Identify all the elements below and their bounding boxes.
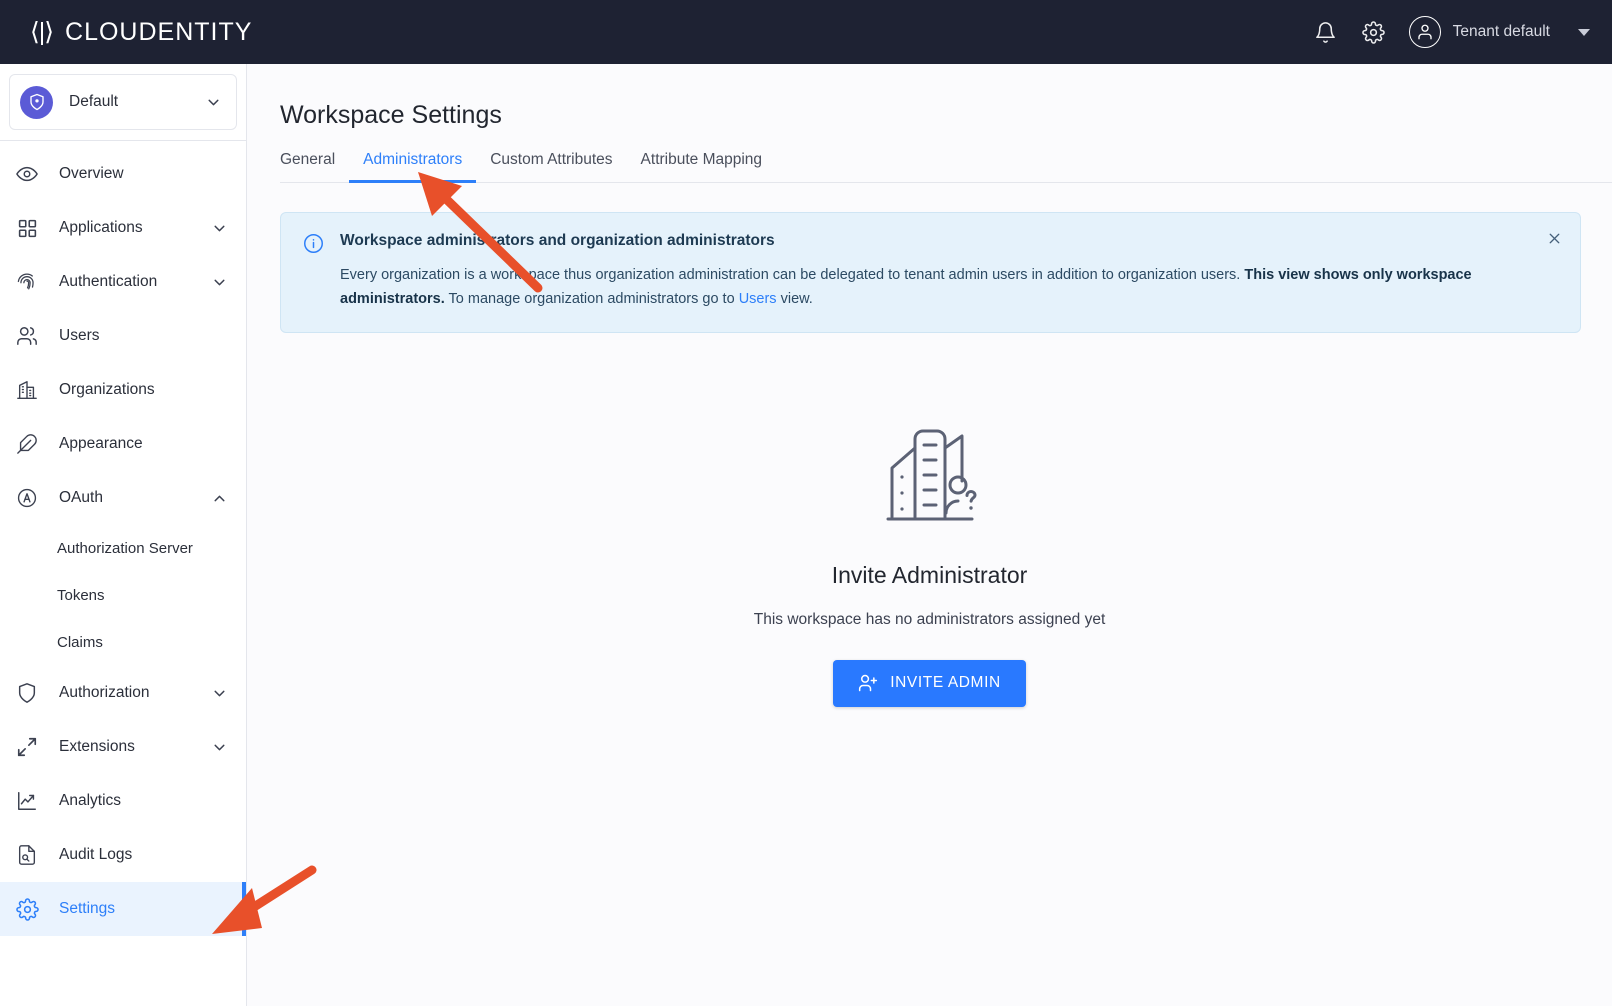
banner-text-1: Every organization is a workspace thus o…: [340, 267, 1245, 283]
top-bar-actions: Tenant default: [1313, 16, 1590, 48]
sidebar: Default Overview Applications Authentica…: [0, 64, 247, 1006]
sidebar-item-label: Settings: [59, 900, 116, 917]
oauth-circle-a-icon: [14, 485, 40, 511]
sidebar-item-applications[interactable]: Applications: [0, 201, 246, 255]
gear-icon[interactable]: [1361, 19, 1387, 45]
sidebar-item-label: Authentication: [59, 273, 158, 290]
info-banner-title: Workspace administrators and organizatio…: [340, 232, 775, 249]
chevron-down-icon: [211, 685, 228, 702]
workspace-name: Default: [69, 93, 119, 110]
avatar: [1408, 16, 1441, 48]
buildings-with-person-question-icon: [870, 417, 990, 532]
sidebar-item-users[interactable]: Users: [0, 309, 246, 363]
gear-icon: [14, 896, 40, 922]
shield-icon: [14, 680, 40, 706]
sidebar-item-audit-logs[interactable]: Audit Logs: [0, 828, 246, 882]
chart-line-icon: [14, 788, 40, 814]
sidebar-item-label: Appearance: [59, 435, 143, 452]
tab-bar: General Administrators Custom Attributes…: [280, 151, 1612, 183]
grid-icon: [14, 215, 40, 241]
chevron-down-icon: [211, 274, 228, 291]
sidebar-item-appearance[interactable]: Appearance: [0, 417, 246, 471]
person-add-icon: [858, 673, 878, 693]
app-root: ⟨|⟩ CLOUDENTITY Tenant default Default O…: [0, 0, 1612, 1006]
shield-check-icon: [20, 85, 53, 119]
sidebar-item-label: Audit Logs: [59, 846, 133, 863]
sidebar-item-oauth[interactable]: OAuth: [0, 471, 246, 525]
info-banner: Workspace administrators and organizatio…: [280, 212, 1581, 333]
document-search-icon: [14, 842, 40, 868]
bell-icon[interactable]: [1313, 19, 1339, 45]
banner-text-2: To manage organization administrators go…: [444, 290, 739, 307]
chevron-down-icon[interactable]: [1578, 28, 1590, 36]
building-icon: [14, 377, 40, 403]
sidebar-item-analytics[interactable]: Analytics: [0, 774, 246, 828]
banner-text-3: view.: [776, 290, 813, 307]
sidebar-item-extensions[interactable]: Extensions: [0, 720, 246, 774]
info-icon: [303, 233, 324, 312]
logo-text: CLOUDENTITY: [65, 17, 253, 46]
sidebar-item-label: Applications: [59, 219, 143, 236]
logo-mark-icon: ⟨|⟩: [30, 17, 54, 46]
sidebar-item-label: Extensions: [59, 738, 135, 755]
chevron-up-icon: [211, 490, 228, 507]
sidebar-item-label: Users: [59, 327, 100, 344]
users-link[interactable]: Users: [739, 291, 777, 307]
top-bar: ⟨|⟩ CLOUDENTITY Tenant default: [0, 0, 1612, 64]
user-menu[interactable]: Tenant default: [1408, 16, 1550, 48]
sidebar-item-label: Analytics: [59, 792, 122, 809]
sidebar-subitem-authorization-server[interactable]: Authorization Server: [0, 525, 246, 572]
sidebar-item-authentication[interactable]: Authentication: [0, 255, 246, 309]
empty-state-subtitle: This workspace has no administrators ass…: [753, 610, 1106, 628]
tab-administrators[interactable]: Administrators: [349, 151, 477, 183]
invite-admin-button-label: INVITE ADMIN: [890, 674, 1001, 692]
tab-general[interactable]: General: [280, 151, 349, 182]
chevron-down-icon: [211, 739, 228, 756]
sidebar-item-organizations[interactable]: Organizations: [0, 363, 246, 417]
chevron-down-icon: [205, 94, 222, 111]
sidebar-item-authorization[interactable]: Authorization: [0, 666, 246, 720]
info-banner-content: Workspace administrators and organizatio…: [340, 232, 1524, 312]
eye-icon: [14, 161, 40, 187]
users-icon: [14, 323, 40, 349]
main-content: Workspace Settings General Administrator…: [247, 64, 1612, 1006]
invite-admin-button[interactable]: INVITE ADMIN: [833, 659, 1026, 707]
sidebar-item-overview[interactable]: Overview: [0, 147, 246, 201]
expand-icon: [14, 734, 40, 760]
sidebar-item-label: Overview: [59, 165, 124, 182]
sidebar-subitem-tokens[interactable]: Tokens: [0, 572, 246, 619]
empty-state-title: Invite Administrator: [831, 561, 1028, 588]
close-icon[interactable]: [1543, 227, 1565, 249]
sidebar-item-label: Authorization: [59, 684, 150, 701]
tenant-label: Tenant default: [1452, 23, 1550, 40]
workspace-selector[interactable]: Default: [9, 74, 237, 130]
page-title: Workspace Settings: [280, 101, 502, 129]
sidebar-item-label: Organizations: [59, 381, 155, 398]
tab-attribute-mapping[interactable]: Attribute Mapping: [627, 151, 777, 182]
feather-icon: [14, 431, 40, 457]
sidebar-subitem-claims[interactable]: Claims: [0, 619, 246, 666]
info-banner-body: Every organization is a workspace thus o…: [340, 264, 1524, 312]
chevron-down-icon: [211, 220, 228, 237]
tab-custom-attributes[interactable]: Custom Attributes: [476, 151, 626, 182]
empty-state: Invite Administrator This workspace has …: [247, 417, 1612, 707]
sidebar-item-settings[interactable]: Settings: [0, 882, 246, 936]
sidebar-nav: Overview Applications Authentication Use…: [0, 141, 246, 936]
brand-logo[interactable]: ⟨|⟩ CLOUDENTITY: [30, 17, 253, 46]
sidebar-item-label: OAuth: [59, 489, 103, 506]
fingerprint-icon: [14, 269, 40, 295]
